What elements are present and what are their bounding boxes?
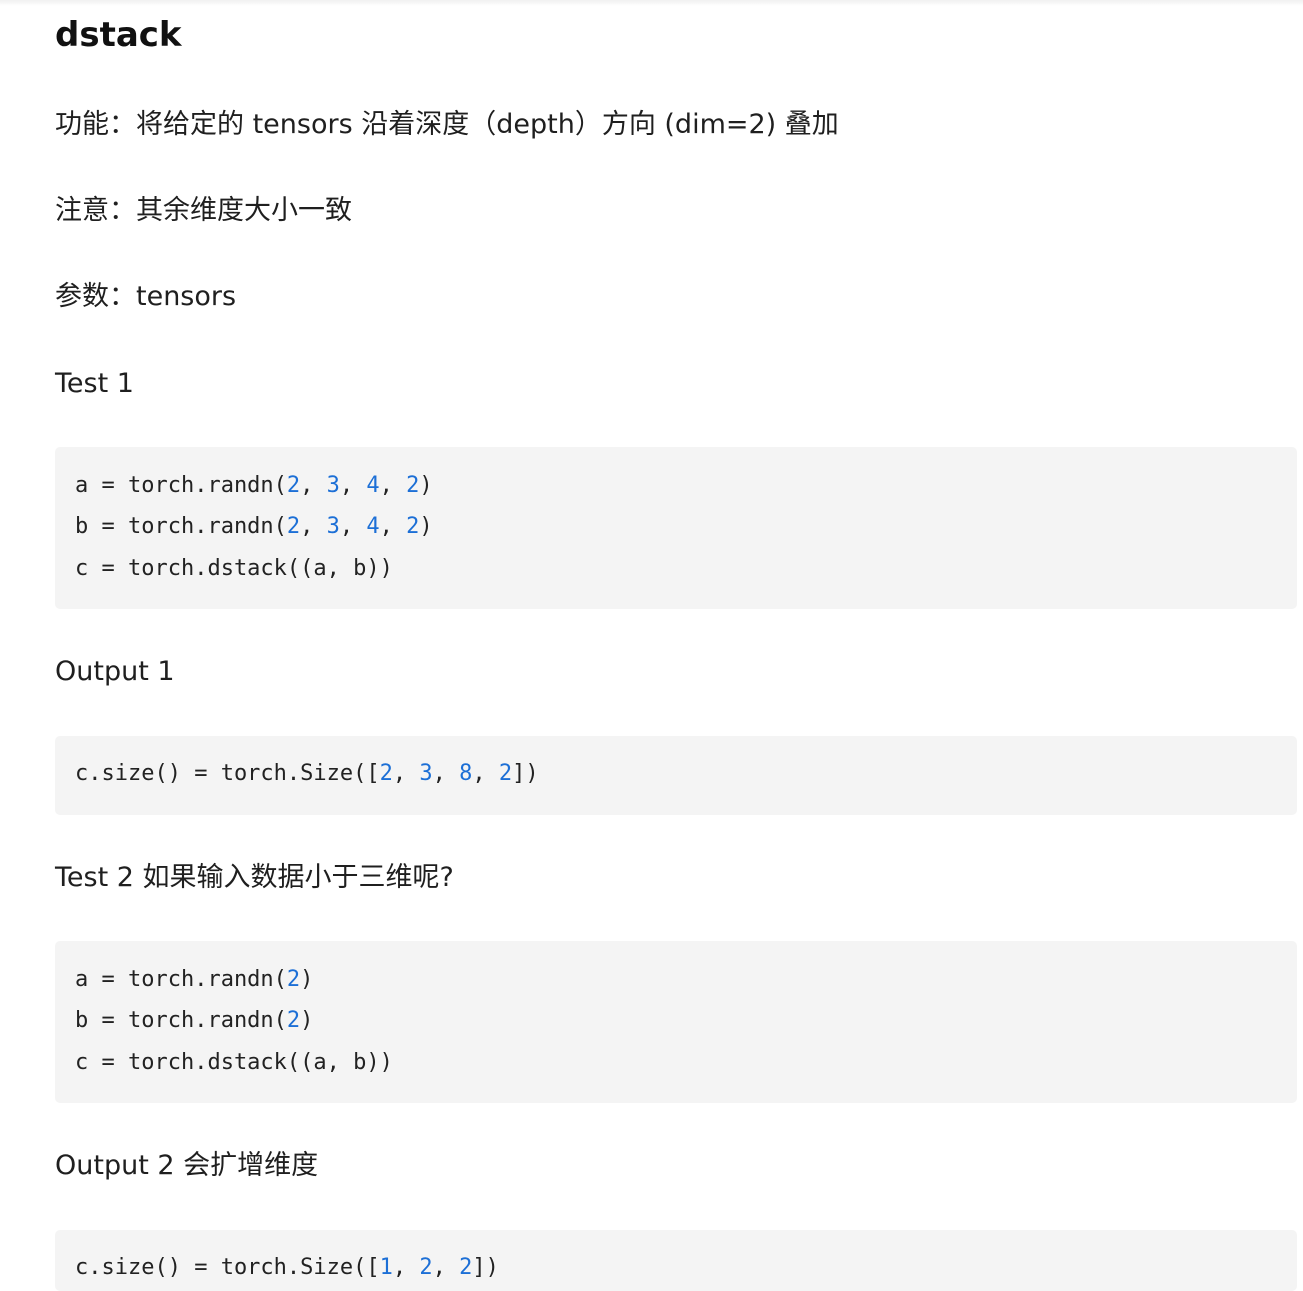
test2-heading: Test 2 如果输入数据小于三维呢? — [55, 862, 454, 893]
code-line: c.size() = torch.Size([1, 2, 2]) — [75, 1253, 499, 1283]
code-text: , — [472, 761, 499, 786]
code-number-literal: 4 — [366, 514, 380, 539]
code-line: a = torch.randn(2) — [75, 965, 313, 995]
params-text: 参数：tensors — [55, 281, 237, 312]
code-text: a = torch.randn( — [75, 473, 287, 498]
code-text: ) — [300, 1008, 314, 1033]
code-line: a = torch.randn(2, 3, 4, 2) — [75, 471, 433, 501]
code-line: c = torch.dstack((a, b)) — [75, 554, 393, 584]
code-text: b = torch.randn( — [75, 514, 287, 539]
output1-heading: Output 1 — [55, 656, 175, 687]
top-edge-shadow — [0, 0, 1303, 6]
code-number-literal: 2 — [406, 473, 420, 498]
code-block-output2[interactable]: c.size() = torch.Size([1, 2, 2]) — [55, 1230, 1297, 1291]
code-block-test1[interactable]: a = torch.randn(2, 3, 4, 2) b = torch.ran… — [55, 447, 1297, 609]
code-text: ) — [419, 473, 433, 498]
code-block-output1[interactable]: c.size() = torch.Size([2, 3, 8, 2]) — [55, 736, 1297, 815]
function-description: 功能：将给定的 tensors 沿着深度（depth）方向 (dim=2) 叠加 — [55, 109, 839, 140]
code-text: ]) — [512, 761, 539, 786]
code-number-literal: 8 — [459, 761, 473, 786]
code-text: b = torch.randn( — [75, 1008, 287, 1033]
code-line: b = torch.randn(2, 3, 4, 2) — [75, 512, 433, 542]
code-text: , — [379, 473, 407, 498]
code-number-literal: 3 — [326, 514, 340, 539]
code-number-literal: 2 — [419, 1255, 433, 1280]
code-number-literal: 2 — [459, 1255, 473, 1280]
code-text: ) — [419, 514, 433, 539]
code-number-literal: 3 — [326, 473, 340, 498]
code-number-literal: 1 — [379, 1255, 393, 1280]
code-text: c = torch.dstack((a, b)) — [75, 1050, 393, 1075]
code-number-literal: 2 — [286, 473, 301, 498]
code-number-literal: 3 — [419, 761, 433, 786]
code-text: c.size() = torch.Size([ — [75, 1255, 380, 1280]
code-line: c = torch.dstack((a, b)) — [75, 1048, 393, 1078]
code-block-test2[interactable]: a = torch.randn(2) b = torch.randn(2) c = … — [55, 941, 1297, 1103]
code-text: , — [432, 761, 460, 786]
code-text: , — [339, 514, 367, 539]
code-number-literal: 4 — [366, 473, 380, 498]
code-text: , — [339, 473, 367, 498]
code-line: c.size() = torch.Size([2, 3, 8, 2]) — [75, 759, 539, 789]
code-text: , — [300, 514, 327, 539]
code-number-literal: 2 — [286, 1008, 301, 1033]
code-number-literal: 2 — [406, 514, 420, 539]
code-text: ]) — [472, 1255, 499, 1280]
code-text: , — [300, 473, 327, 498]
code-text: , — [379, 514, 407, 539]
code-text: c = torch.dstack((a, b)) — [75, 556, 393, 581]
code-text: , — [432, 1255, 460, 1280]
code-text: a = torch.randn( — [75, 967, 287, 992]
note-text: 注意：其余维度大小一致 — [55, 195, 352, 226]
code-number-literal: 2 — [498, 761, 513, 786]
code-number-literal: 2 — [286, 514, 301, 539]
code-text: ) — [300, 967, 314, 992]
output2-heading: Output 2 会扩增维度 — [55, 1150, 319, 1181]
code-text: , — [392, 761, 420, 786]
code-number-literal: 2 — [286, 967, 301, 992]
code-number-literal: 2 — [379, 761, 393, 786]
test1-heading: Test 1 — [55, 368, 134, 399]
code-line: b = torch.randn(2) — [75, 1006, 313, 1036]
code-text: , — [392, 1255, 420, 1280]
page-title: dstack — [55, 15, 182, 55]
code-text: c.size() = torch.Size([ — [75, 761, 380, 786]
